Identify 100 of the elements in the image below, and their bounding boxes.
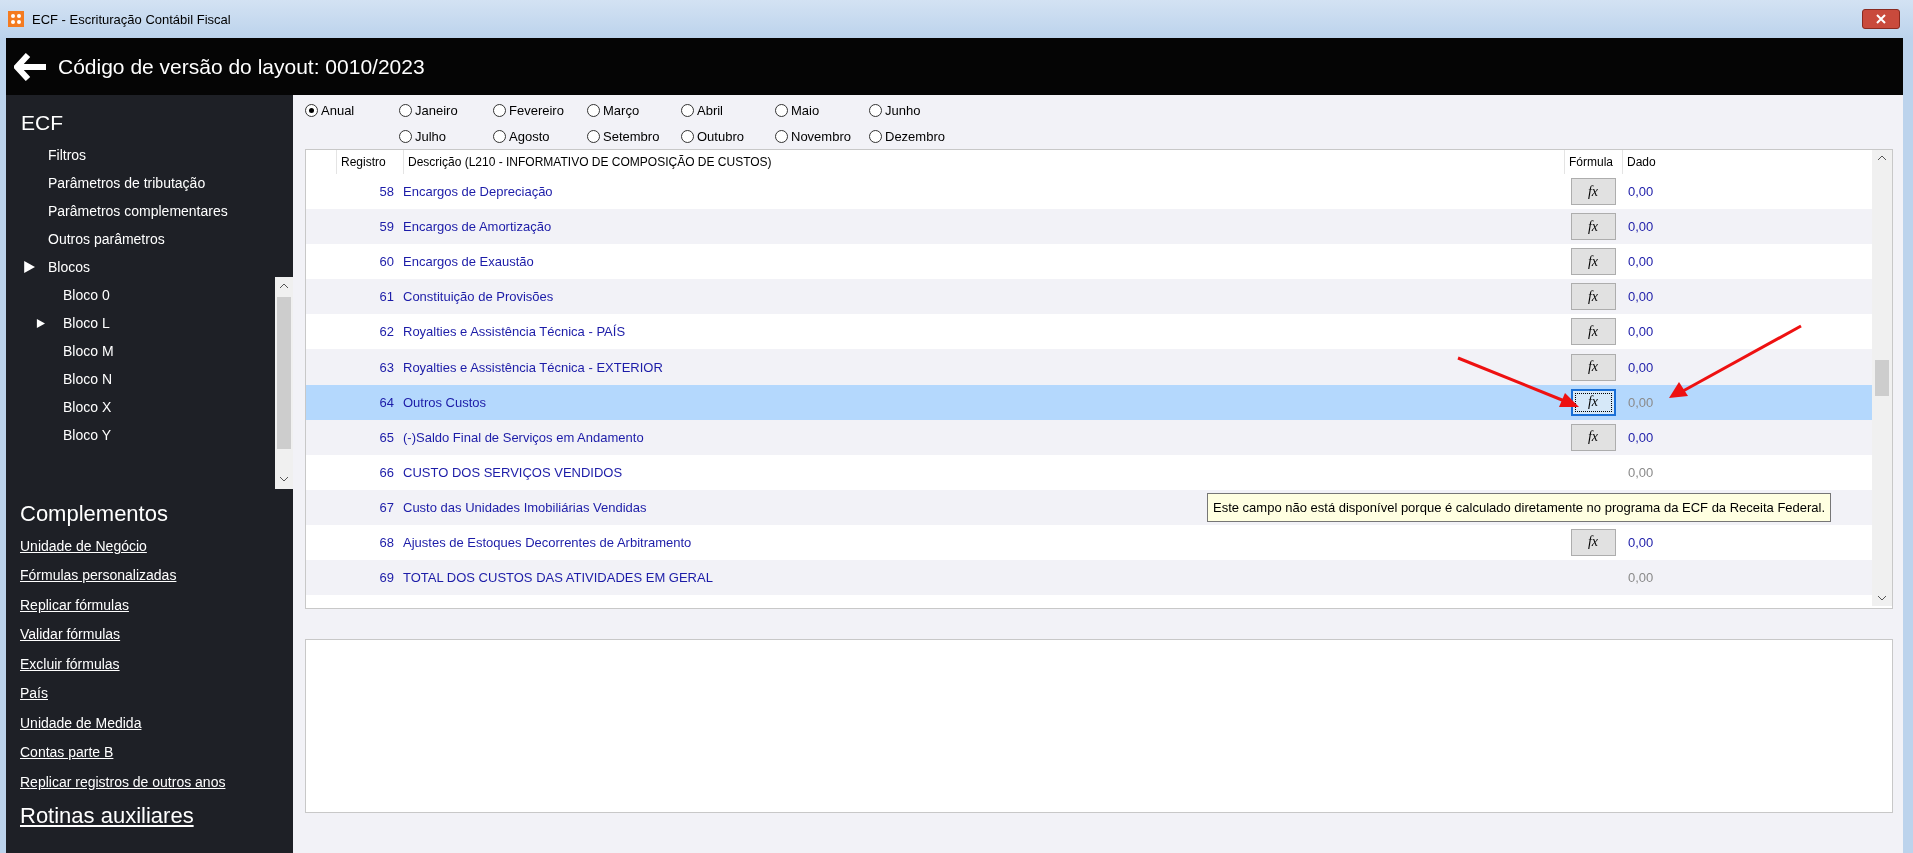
formula-button[interactable]: fx (1570, 423, 1616, 451)
table-cell-text: 0,00 (1627, 464, 1654, 480)
radio-icon[interactable] (493, 103, 506, 117)
radio-icon[interactable] (869, 103, 882, 117)
radio-icon[interactable] (681, 129, 694, 143)
period-radio[interactable]: Maio (775, 99, 869, 121)
period-radio[interactable]: Outubro (681, 125, 775, 147)
formula-button[interactable]: fx (1570, 529, 1616, 556)
radio-icon[interactable] (587, 103, 600, 117)
table-cell-text: 0,00 (1627, 394, 1654, 410)
expand-arrow-icon[interactable] (36, 318, 45, 328)
radio-icon[interactable] (587, 129, 600, 143)
section-link[interactable]: Rotinas auxiliares (6, 802, 293, 829)
table-cell: Encargos de Exaustão (403, 254, 534, 270)
table-cell-text: 0,00 (1627, 535, 1654, 550)
table-cell: 64 (379, 394, 394, 410)
scrollbar[interactable] (1872, 150, 1892, 606)
table-row[interactable]: 68 Ajustes de Estoques Decorrentes de Arbitramento fx 0,00 (306, 524, 1872, 561)
sidebar-item[interactable]: Bloco Y (6, 421, 275, 449)
sidebar-link[interactable]: Contas parte B (6, 737, 293, 767)
sidebar-item[interactable]: Bloco L (6, 309, 275, 337)
sidebar-item[interactable]: Bloco 0 (6, 281, 275, 309)
radio-icon[interactable] (493, 129, 506, 143)
period-radio[interactable]: Abril (681, 99, 775, 121)
period-radio[interactable]: Setembro (587, 125, 681, 147)
period-radio[interactable]: Dezembro (869, 125, 963, 147)
table-row[interactable]: 64 Outros Custos fx 0,00 (306, 384, 1872, 420)
table-cell: Encargos de Depreciação (403, 184, 553, 200)
period-radio[interactable]: Agosto (493, 125, 587, 147)
table-row[interactable]: 58 Encargos de Depreciação fx 0,00 (306, 174, 1872, 210)
close-icon[interactable] (1876, 14, 1886, 24)
radio-icon[interactable] (305, 103, 318, 117)
sidebar-link[interactable]: Unidade de Medida (6, 708, 293, 738)
sidebar-link[interactable]: Replicar fórmulas (6, 590, 293, 620)
formula-button[interactable]: fx (1570, 178, 1616, 206)
radio-icon[interactable] (775, 129, 788, 143)
sidebar-item[interactable]: Parâmetros complementares (6, 197, 293, 225)
table-row[interactable]: 69 TOTAL DOS CUSTOS DAS ATIVIDADES EM GERAL 0,00 (306, 560, 1872, 596)
table-cell-text: 0,00 (1627, 429, 1654, 445)
radio-icon[interactable] (399, 103, 412, 117)
radio-icon[interactable] (681, 103, 694, 117)
column-header: Registro (341, 155, 386, 169)
sidebar-link[interactable]: Replicar registros de outros anos (6, 767, 293, 797)
sidebar-item[interactable]: Parâmetros de tributação (6, 169, 293, 197)
table-cell: 58 (379, 184, 394, 200)
period-radio[interactable]: Anual (305, 99, 399, 121)
table-cell: 59 (379, 219, 394, 235)
sidebar-link[interactable]: Excluir fórmulas (6, 649, 293, 679)
table-row[interactable]: 63 Royalties e Assistência Técnica - EXTERIOR fx 0,00 (306, 349, 1872, 385)
expand-arrow-icon[interactable] (23, 261, 35, 273)
table-row[interactable]: 61 Constituição de Provisões fx 0,00 (306, 279, 1872, 315)
period-radio[interactable]: Janeiro (399, 99, 493, 121)
formula-button[interactable]: fx (1570, 213, 1616, 241)
table-row[interactable]: 65 (-)Saldo Final de Serviços em Andamento fx 0,00 (306, 419, 1872, 455)
formula-button[interactable]: fx (1570, 248, 1616, 276)
back-button[interactable] (14, 52, 48, 81)
sidebar-item[interactable]: Bloco X (6, 393, 275, 421)
radio-icon[interactable] (869, 129, 882, 143)
table-cell-text: 0,00 (1627, 254, 1654, 270)
column-header: Fórmula (1569, 155, 1613, 169)
sidebar-item[interactable]: Bloco M (6, 337, 275, 365)
sidebar-item[interactable]: Filtros (6, 141, 293, 169)
table-cell-text: 0,00 (1627, 289, 1654, 305)
scrollbar[interactable] (275, 277, 293, 489)
table-cell: 67 (379, 499, 394, 515)
sidebar-item[interactable]: Blocos (6, 253, 293, 281)
table-row[interactable]: 66 CUSTO DOS SERVIÇOS VENDIDOS 0,00 (306, 454, 1872, 490)
sidebar-link[interactable]: Fórmulas personalizadas (6, 560, 293, 590)
tooltip: Este campo não está disponível porque é calculado diretamente no programa da ECF da Receita Federal. (1207, 493, 1832, 522)
period-radio[interactable]: Junho (869, 99, 963, 121)
sidebar-link[interactable]: País (6, 678, 293, 708)
table-cell: Outros Custos (403, 394, 487, 410)
period-radio[interactable]: Fevereiro (493, 99, 587, 121)
sidebar-item[interactable]: Outros parâmetros (6, 225, 293, 253)
radio-icon[interactable] (399, 129, 412, 143)
sidebar-link[interactable]: Validar fórmulas (6, 619, 293, 649)
formula-button[interactable]: fx (1570, 318, 1616, 346)
close-button[interactable] (1862, 9, 1900, 29)
period-radio[interactable]: Julho (399, 125, 493, 147)
table-cell-text: 0,00 (1627, 219, 1654, 235)
formula-button[interactable]: fx (1570, 388, 1616, 416)
table-cell: 61 (379, 289, 394, 305)
table-cell: Encargos de Amortização (403, 219, 552, 235)
table-row[interactable]: 62 Royalties e Assistência Técnica - PAÍS fx 0,00 (306, 314, 1872, 350)
table-cell: Ajustes de Estoques Decorrentes de Arbitramento (403, 535, 692, 550)
sidebar-item[interactable]: Bloco N (6, 365, 275, 393)
column-header: Dado (1627, 155, 1656, 169)
table-cell-text: 0,00 (1627, 324, 1654, 340)
formula-button[interactable]: fx (1570, 353, 1616, 381)
table-row[interactable]: 59 Encargos de Amortização fx 0,00 (306, 209, 1872, 245)
table-row[interactable]: 60 Encargos de Exaustão fx 0,00 (306, 244, 1872, 280)
period-radio[interactable]: Novembro (775, 125, 869, 147)
sidebar-link[interactable]: Unidade de Negócio (6, 531, 293, 561)
table-cell: 63 (379, 359, 394, 375)
table-cell: Royalties e Assistência Técnica - EXTERIOR (403, 359, 663, 375)
table-cell: 65 (379, 429, 394, 445)
formula-button[interactable]: fx (1570, 283, 1616, 311)
period-radio[interactable]: Março (587, 99, 681, 121)
radio-icon[interactable] (775, 103, 788, 117)
table-cell-text: 0,00 (1627, 359, 1654, 375)
